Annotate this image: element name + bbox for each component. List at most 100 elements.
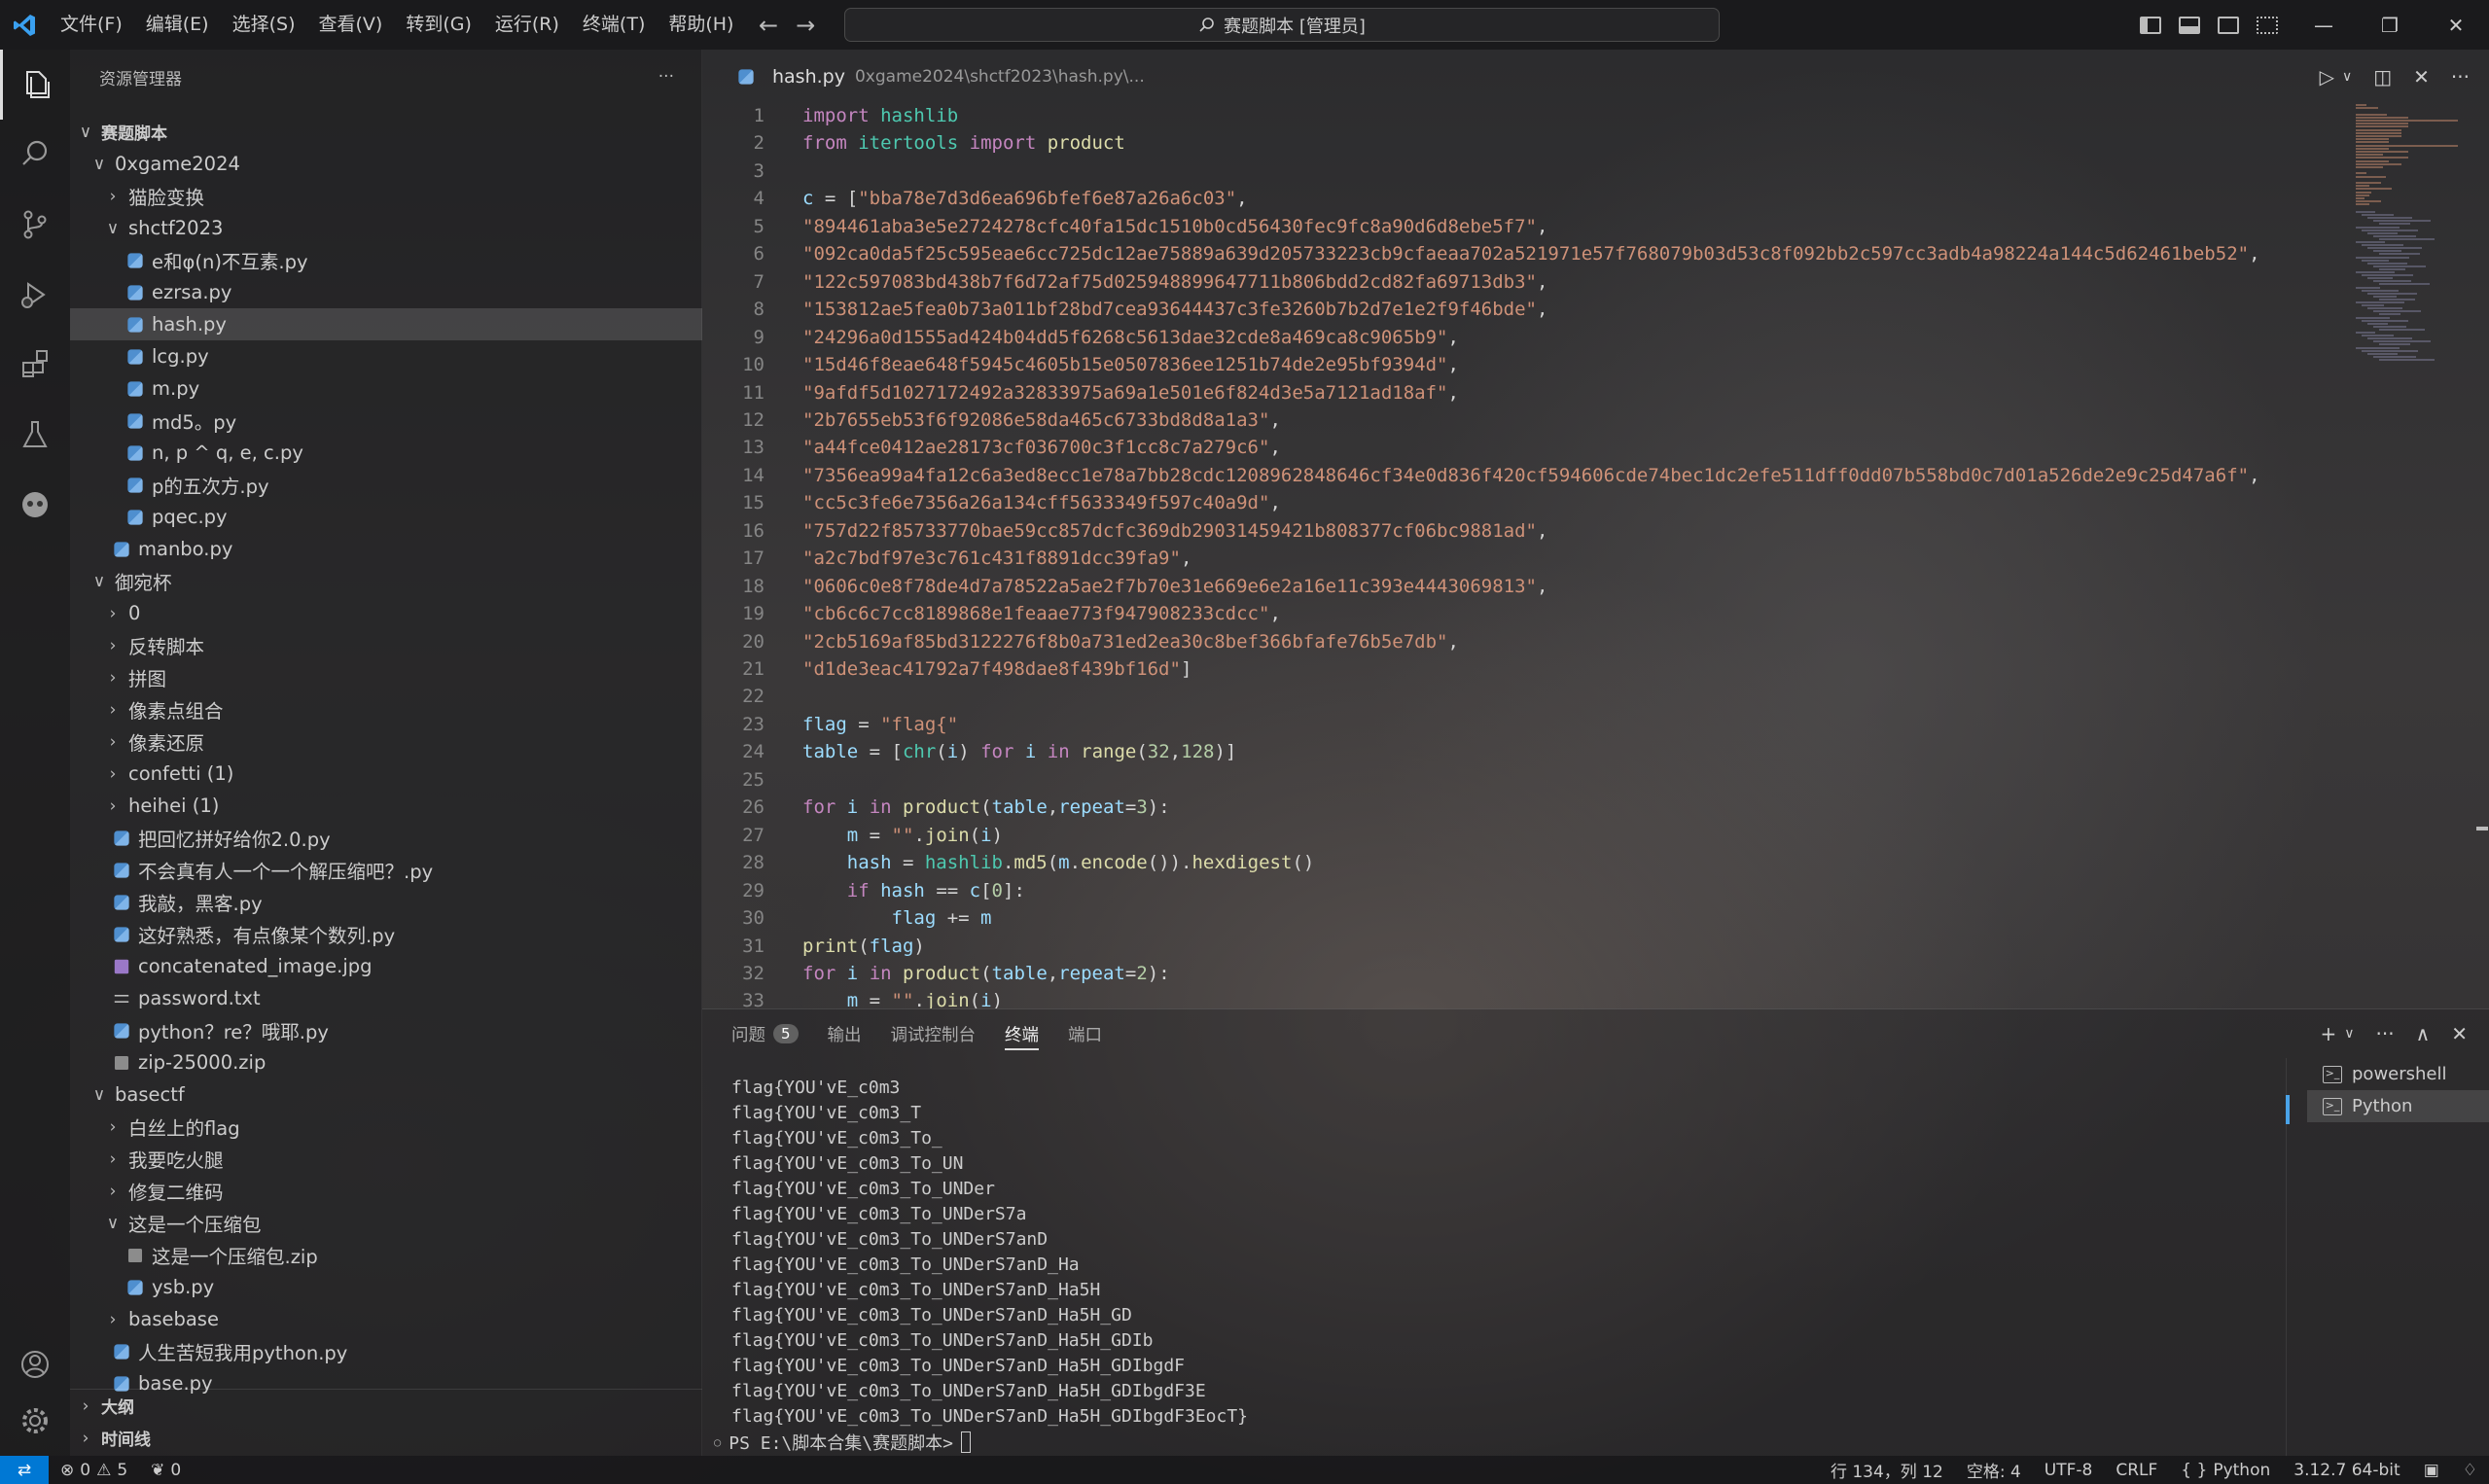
search-sidebar-icon[interactable] [0, 120, 70, 190]
panel-more-icon[interactable]: ··· [2376, 1022, 2395, 1045]
tree-folder[interactable]: › 反转脚本 [70, 629, 702, 661]
close-editor-icon[interactable]: ✕ [2413, 65, 2430, 88]
panel-tab[interactable]: 端口 [1068, 1009, 1102, 1058]
tree-file[interactable]: python？re？哦耶.py [70, 1014, 702, 1046]
chevron-right-icon[interactable]: › [105, 732, 121, 752]
tree-file[interactable]: m.py [70, 372, 702, 405]
panel-tab[interactable]: 问题 5 [731, 1009, 799, 1058]
problems-status[interactable]: ⊗ 0 ⚠ 5 [49, 1461, 139, 1480]
tree-folder[interactable]: ∨ shctf2023 [70, 212, 702, 244]
tree-folder[interactable]: › 像素点组合 [70, 693, 702, 725]
toggle-secondary-sidebar-icon[interactable] [2218, 16, 2239, 34]
toggle-primary-sidebar-icon[interactable] [2140, 16, 2161, 34]
language-mode[interactable]: { } Python [2169, 1461, 2282, 1480]
menu-item[interactable]: 转到(G) [394, 0, 483, 50]
tree-file[interactable]: pqec.py [70, 501, 702, 533]
extensions-icon[interactable] [0, 330, 70, 400]
tree-file[interactable]: 我敲，黑客.py [70, 886, 702, 918]
github-copilot-icon[interactable] [0, 470, 70, 540]
tree-file[interactable]: lcg.py [70, 340, 702, 372]
terminal-dropdown-chevron-icon[interactable]: ∨ [2344, 1026, 2354, 1042]
tree-folder[interactable]: ∨ 0xgame2024 [70, 148, 702, 180]
tree-folder[interactable]: › confetti (1) [70, 758, 702, 790]
terminal-prompt-row[interactable]: ○ PS E:\脚本合集\赛题脚本> [714, 1430, 971, 1455]
chevron-right-icon[interactable]: › [105, 764, 121, 784]
new-terminal-plus-icon[interactable]: + [2321, 1022, 2337, 1045]
tree-folder[interactable]: › 白丝上的flag [70, 1111, 702, 1143]
panel-tab[interactable]: 终端 [1005, 1009, 1040, 1058]
tree-folder[interactable]: ∨ 这是一个压缩包 [70, 1207, 702, 1239]
chevron-right-icon[interactable]: › [105, 1149, 121, 1169]
terminal-instance[interactable]: >_ Python [2307, 1090, 2489, 1122]
tree-file[interactable]: p的五次方.py [70, 469, 702, 501]
tab-hash-py[interactable]: hash.py 0xgame2024\shctf2023\hash.py\... [702, 50, 1145, 104]
tree-folder[interactable]: ∨ 御宛杯 [70, 565, 702, 597]
tree-folder[interactable]: ∨ 赛题脚本 [70, 116, 702, 148]
manage-gear-icon[interactable] [0, 1386, 70, 1456]
menu-item[interactable]: 帮助(H) [657, 0, 745, 50]
python-interpreter[interactable]: 3.12.7 64-bit [2282, 1461, 2411, 1480]
run-python-file-icon[interactable]: ▷ [2320, 65, 2334, 88]
chevron-down-icon[interactable]: ∨ [78, 123, 93, 142]
command-center-search[interactable]: 赛题脚本 [管理员] [844, 8, 1720, 42]
tree-file[interactable]: n, p ^ q, e, c.py [70, 437, 702, 469]
menu-item[interactable]: 查看(V) [307, 0, 395, 50]
minimize-icon[interactable]: — [2291, 14, 2357, 37]
restore-icon[interactable]: ❐ [2357, 14, 2423, 37]
tree-file[interactable]: ezrsa.py [70, 276, 702, 308]
sidebar-section[interactable]: › 大纲 [70, 1390, 702, 1422]
tree-file[interactable]: 不会真有人一个一个解压缩吧？.py [70, 854, 702, 886]
back-arrow-icon[interactable]: ← [759, 12, 778, 39]
cursor-position[interactable]: 行 134，列 12 [1819, 1458, 1955, 1482]
tree-file[interactable]: md5。py [70, 405, 702, 437]
tree-folder[interactable]: ∨ basectf [70, 1078, 702, 1111]
minimap[interactable] [2356, 104, 2472, 367]
chevron-right-icon[interactable]: › [105, 668, 121, 688]
tree-file[interactable]: 这是一个压缩包.zip [70, 1239, 702, 1271]
tree-file[interactable]: 把回忆拼好给你2.0.py [70, 822, 702, 854]
chevron-down-icon[interactable]: ∨ [91, 572, 107, 591]
chevron-right-icon[interactable]: › [105, 1182, 121, 1201]
tree-folder[interactable]: › 0 [70, 597, 702, 629]
chevron-down-icon[interactable]: ∨ [105, 219, 121, 238]
menu-item[interactable]: 选择(S) [221, 0, 307, 50]
panel-tab[interactable]: 输出 [828, 1009, 862, 1058]
panel-tab[interactable]: 调试控制台 [891, 1009, 977, 1058]
chevron-right-icon[interactable]: › [105, 700, 121, 720]
tree-folder[interactable]: › heihei (1) [70, 790, 702, 822]
source-control-icon[interactable] [0, 190, 70, 260]
tree-file[interactable]: e和φ(n)不互素.py [70, 244, 702, 276]
terminal-instance[interactable]: >_ powershell [2307, 1058, 2489, 1090]
chevron-right-icon[interactable]: › [105, 604, 121, 623]
tree-file[interactable]: zip-25000.zip [70, 1046, 702, 1078]
split-editor-icon[interactable]: ◫ [2373, 65, 2392, 88]
tree-file[interactable]: 这好熟悉，有点像某个数列.py [70, 918, 702, 950]
chevron-right-icon[interactable]: › [105, 1310, 121, 1329]
tree-folder[interactable]: › 像素还原 [70, 725, 702, 758]
maximize-panel-icon[interactable]: ∧ [2416, 1022, 2431, 1045]
chevron-down-icon[interactable]: ∨ [91, 155, 107, 174]
menu-item[interactable]: 编辑(E) [134, 0, 221, 50]
tree-file[interactable]: 人生苦短我用python.py [70, 1335, 702, 1367]
toggle-panel-icon[interactable] [2179, 16, 2200, 34]
chevron-down-icon[interactable]: ∨ [105, 1214, 121, 1233]
run-debug-icon[interactable] [0, 260, 70, 330]
remote-window-icon[interactable]: ⇄ [0, 1456, 49, 1484]
customize-layout-icon[interactable] [2257, 16, 2278, 34]
notifications-bell-icon[interactable]: ♢ [2451, 1461, 2489, 1480]
tree-file[interactable]: concatenated_image.jpg [70, 950, 702, 982]
indentation[interactable]: 空格: 4 [1955, 1458, 2033, 1482]
testing-flask-icon[interactable] [0, 400, 70, 470]
tree-folder[interactable]: › 我要吃火腿 [70, 1143, 702, 1175]
terminal-output[interactable]: flag{YOU'vE_c0m3 flag{YOU'vE_c0m3_T flag{Y… [731, 1078, 1248, 1431]
code-editor[interactable]: 1 import hashlib 2 from itertools import pr… [702, 104, 2356, 1008]
chevron-right-icon[interactable]: › [105, 1117, 121, 1137]
editor-more-icon[interactable]: ··· [2451, 65, 2470, 88]
chevron-right-icon[interactable]: › [105, 187, 121, 206]
file-encoding[interactable]: UTF-8 [2033, 1461, 2105, 1480]
run-dropdown-chevron-icon[interactable]: ∨ [2342, 69, 2352, 85]
menu-item[interactable]: 终端(T) [571, 0, 657, 50]
chevron-down-icon[interactable]: ∨ [91, 1085, 107, 1105]
menu-item[interactable]: 文件(F) [49, 0, 134, 50]
explorer-more-icon[interactable]: ··· [658, 67, 674, 87]
